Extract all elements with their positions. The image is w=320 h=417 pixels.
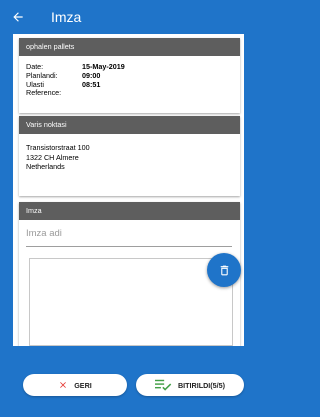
address-block: Transistorstraat 100 1322 CH Almere Neth… — [19, 134, 240, 172]
app-bar: Imza — [0, 0, 244, 34]
back-action-label: GERI — [74, 380, 92, 390]
info-row-date: Date: 15-May-2019 — [26, 62, 240, 72]
info-value: 08:51 — [82, 79, 101, 89]
input-underline — [26, 246, 232, 247]
info-grid: Date: 15-May-2019 Planlandi: 09:00 Ulast… — [19, 56, 240, 98]
content-area: ophalen pallets Date: 15-May-2019 Planla… — [13, 34, 244, 346]
app-screen: Imza ophalen pallets Date: 15-May-2019 P… — [0, 0, 244, 417]
clear-signature-button[interactable] — [207, 253, 241, 287]
bottom-actions: GERI BITIRILDI(5/5) — [0, 346, 244, 417]
info-card: ophalen pallets Date: 15-May-2019 Planla… — [19, 38, 240, 113]
trash-icon — [220, 265, 228, 275]
close-icon — [58, 380, 68, 390]
arrow-left-icon — [13, 12, 23, 22]
info-row-reference: Reference: — [26, 89, 240, 98]
info-label: Reference: — [26, 88, 62, 98]
signature-card-header: Imza — [19, 202, 240, 220]
finish-button[interactable]: BITIRILDI(5/5) — [136, 374, 244, 396]
page-title: Imza — [51, 9, 82, 25]
playlist-check-icon — [154, 379, 172, 391]
back-button[interactable] — [3, 0, 33, 34]
finish-label: BITIRILDI(5/5) — [177, 380, 226, 390]
info-row-planned: Planlandi: 09:00 — [26, 71, 240, 81]
address-line: Netherlands — [26, 162, 65, 171]
info-card-header: ophalen pallets — [19, 38, 240, 56]
address-card-header: Varis noktasi — [19, 116, 240, 134]
address-line: 1322 CH Almere — [26, 152, 79, 162]
address-card: Varis noktasi Transistorstraat 100 1322 … — [19, 116, 240, 196]
signature-name-input[interactable]: Imza adi — [19, 220, 240, 239]
address-line: Transistorstraat 100 — [26, 143, 90, 152]
back-action-button[interactable]: GERI — [23, 374, 127, 396]
signature-pad[interactable] — [29, 258, 233, 346]
